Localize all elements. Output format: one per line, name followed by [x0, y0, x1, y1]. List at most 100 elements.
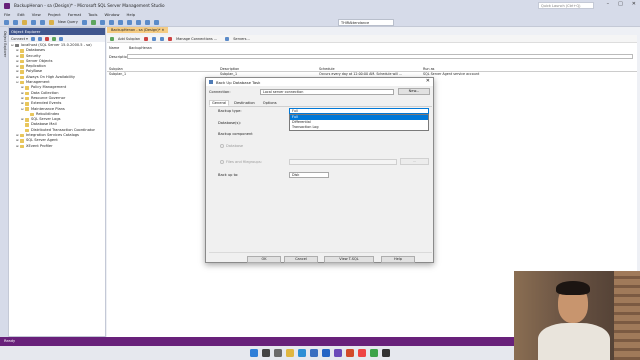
tree-node[interactable]: ⊞ XEvent Profiler [11, 144, 103, 149]
tree-node-label: XEvent Profiler [26, 143, 53, 148]
new-query-button[interactable]: New Query [58, 20, 78, 24]
stop-icon[interactable] [44, 36, 49, 41]
files-radio[interactable] [220, 160, 224, 164]
undo-icon[interactable] [144, 19, 150, 25]
view-tsql-button[interactable]: View T-SQL [324, 256, 374, 263]
folder-icon [25, 96, 29, 101]
dmx-query-icon[interactable] [99, 19, 105, 25]
xmla-query-icon[interactable] [108, 19, 114, 25]
cancel-button[interactable]: Cancel [284, 256, 318, 263]
option-transaction-log[interactable]: Transaction Log [290, 125, 428, 130]
search-icon[interactable] [262, 349, 270, 357]
delete-schedule-icon[interactable] [168, 36, 173, 41]
status-text: Ready [4, 339, 16, 343]
copy-icon[interactable] [126, 19, 132, 25]
delete-subplan-icon[interactable] [144, 36, 149, 41]
new-connection-button[interactable]: New... [398, 88, 430, 95]
menu-window[interactable]: Window [104, 12, 119, 17]
recorder-icon[interactable] [358, 349, 366, 357]
maintenance-plan-toolbar: Add Subplan Manage Connections ... Serve… [107, 35, 637, 43]
window-title: BackupHenan - sa (Design)* - Microsoft S… [14, 3, 165, 8]
connection-select[interactable]: Local server connection [260, 89, 394, 95]
refresh-icon[interactable] [58, 36, 63, 41]
connect-icon[interactable] [30, 36, 35, 41]
menu-file[interactable]: File [4, 12, 10, 17]
manage-connections-button[interactable]: Manage Connections ... [176, 37, 217, 41]
excel-icon[interactable] [370, 349, 378, 357]
menu-edit[interactable]: Edit [17, 12, 24, 17]
quick-launch-input[interactable]: Quick Launch (Ctrl+Q) [538, 2, 594, 9]
folder-icon [25, 118, 29, 122]
col-schedule: Schedule [319, 67, 335, 71]
app-icon[interactable] [346, 349, 354, 357]
menu-view[interactable]: View [32, 12, 41, 17]
object-explorer-panel: Object Explorer Connect ▾ ⊟ localhost (SQ… [8, 27, 106, 337]
open-file-icon[interactable] [31, 19, 36, 25]
task-view-icon[interactable] [274, 349, 282, 357]
menu-format[interactable]: Format [68, 12, 81, 17]
forward-icon[interactable] [13, 19, 18, 25]
ssms-taskbar-icon[interactable] [334, 349, 342, 357]
ok-button[interactable]: OK [247, 256, 281, 263]
backup-type-label: Backup type: [218, 109, 242, 113]
database-selector[interactable]: THIRAttendance [338, 19, 394, 26]
back-icon[interactable] [4, 19, 9, 25]
cut-icon[interactable] [117, 19, 123, 25]
tree-node[interactable]: ⊟ localhost (SQL Server 15.0.2000.5 - sa) [11, 43, 103, 48]
mdx-query-icon[interactable] [90, 19, 96, 25]
new-project-icon[interactable] [22, 19, 27, 25]
backup-to-select[interactable]: Disk [289, 172, 329, 178]
object-explorer-tree: ⊟ localhost (SQL Server 15.0.2000.5 - sa)… [9, 42, 105, 150]
add-subplan-button[interactable]: Add Subplan [118, 37, 140, 41]
menu-project[interactable]: Project [48, 12, 61, 17]
filter-icon[interactable] [51, 36, 56, 41]
subplan-properties-icon[interactable] [152, 36, 157, 41]
folder-icon [25, 86, 29, 90]
start-icon[interactable] [250, 349, 258, 357]
terminal-icon[interactable] [382, 349, 390, 357]
tab-backup-henan[interactable]: BackupHenan - sa (Design)* ✕ [107, 27, 169, 33]
cell-run-as[interactable]: SQL Server Agent service account [421, 72, 637, 77]
menu-help[interactable]: Help [126, 12, 135, 17]
folder-icon [20, 65, 24, 69]
dialog-title: Back Up Database Task [216, 79, 261, 85]
item-icon [25, 128, 29, 133]
menu-tools[interactable]: Tools [88, 12, 97, 17]
dialog-close-button[interactable]: ✕ [426, 78, 430, 84]
side-tab-object-explorer[interactable]: Object Explorer [3, 31, 7, 57]
name-label: Name [109, 46, 120, 50]
redo-icon[interactable] [153, 19, 159, 25]
word-icon[interactable] [322, 349, 330, 357]
paste-icon[interactable] [135, 19, 141, 25]
connect-button[interactable]: Connect ▾ [11, 37, 28, 41]
store-icon[interactable] [310, 349, 318, 357]
presenter-body [538, 323, 610, 360]
save-icon[interactable] [40, 19, 45, 25]
folder-icon [25, 91, 29, 96]
item-icon [25, 123, 29, 127]
db-engine-query-icon[interactable] [81, 19, 87, 25]
new-query-icon[interactable] [49, 19, 54, 25]
maximize-button[interactable]: □ [618, 1, 623, 7]
edge-icon[interactable] [298, 349, 306, 357]
servers-button[interactable]: Servers... [233, 37, 250, 41]
help-button[interactable]: Help [381, 256, 415, 263]
backup-type-dropdown: Full Differential Transaction Log [289, 114, 429, 131]
disconnect-icon[interactable] [37, 36, 42, 41]
database-radio[interactable] [220, 144, 224, 148]
files-browse-button[interactable]: ... [400, 158, 429, 165]
subplan-schedule-icon[interactable] [160, 36, 165, 41]
connection-label: Connection: [209, 90, 231, 94]
description-field[interactable] [127, 54, 633, 59]
minimize-button[interactable]: – [607, 1, 610, 7]
close-window-button[interactable]: ✕ [632, 1, 636, 7]
file-explorer-icon[interactable] [286, 349, 294, 357]
title-bar: BackupHenan - sa (Design)* - Microsoft S… [0, 0, 640, 11]
col-subplan: Subplan [109, 67, 123, 71]
backup-to-label: Back up to: [218, 173, 239, 177]
files-field[interactable] [289, 159, 397, 165]
name-field[interactable]: BackupHenan [127, 45, 633, 50]
folder-icon [20, 75, 24, 80]
cell-subplan[interactable]: Subplan_1 [107, 72, 218, 77]
object-explorer-toolbar: Connect ▾ [9, 35, 105, 42]
